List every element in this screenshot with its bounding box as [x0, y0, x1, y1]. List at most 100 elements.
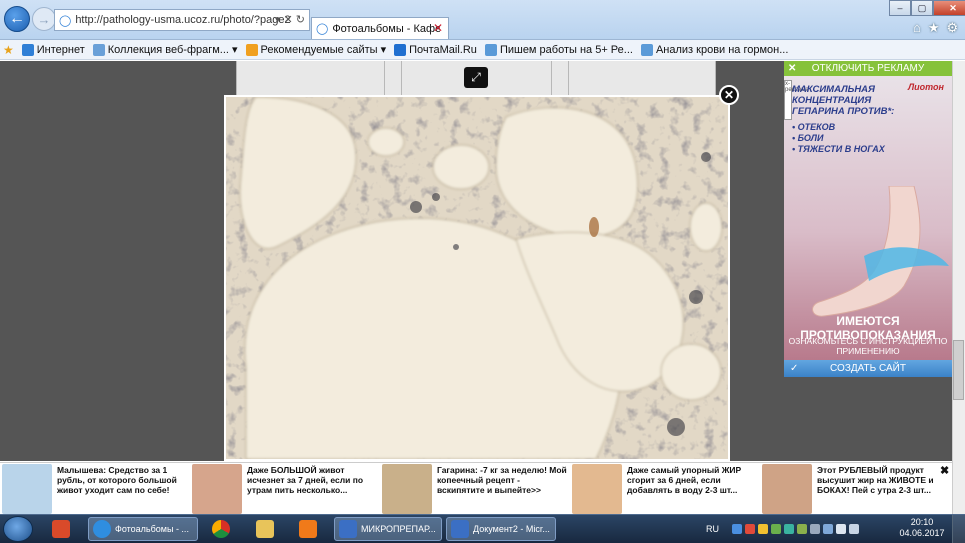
address-tools[interactable]: ▾ ✕ ↻ [275, 13, 305, 26]
photo-viewer [224, 95, 730, 461]
favorites-bar: ★ Интернет Коллекция веб-фрагм... ▾ Реком… [0, 40, 965, 60]
forward-button[interactable]: → [32, 7, 56, 31]
fav-label: Рекомендуемые сайты [260, 43, 378, 56]
close-window-button[interactable]: ✕ [933, 0, 965, 16]
system-tray: RU [706, 517, 859, 541]
start-button[interactable] [3, 516, 33, 542]
ad-banner[interactable]: x-реклама МАКСИМАЛЬНАЯ КОНЦЕНТРАЦИЯ ГЕПА… [784, 76, 952, 360]
address-bar[interactable]: ◯ http://pathology-usma.ucoz.ru/photo/?p… [54, 9, 310, 31]
close-ad-icon[interactable]: ✕ [788, 61, 796, 76]
disable-ads-button[interactable]: ✕ ОТКЛЮЧИТЬ РЕКЛАМУ [784, 61, 952, 76]
tray-power-icon[interactable] [810, 524, 820, 534]
tray-bluetooth-icon[interactable] [732, 524, 742, 534]
taskbar-label: Документ2 - Micr... [473, 524, 550, 534]
create-site-label: СОЗДАТЬ САЙТ [830, 363, 906, 374]
clock-time: 20:10 [910, 517, 934, 527]
ad-brand: Лиотон [908, 82, 944, 92]
fav-item-works[interactable]: Пишем работы на 5+ Ре... [484, 43, 633, 56]
fav-item-collection[interactable]: Коллекция веб-фрагм... ▾ [92, 43, 238, 56]
tab-favicon-icon: ◯ [316, 23, 329, 35]
create-site-button[interactable]: ✓ СОЗДАТЬ САЙТ [784, 360, 952, 377]
news-item[interactable]: Этот РУБЛЕВЫЙ продукт высушит жир на ЖИВ… [762, 463, 952, 515]
news-item[interactable]: Даже БОЛЬШОЙ живот исчезнет за 7 дней, е… [192, 463, 382, 515]
news-thumbnail [2, 464, 52, 514]
site-favicon-icon: ◯ [59, 14, 72, 27]
office-icon [52, 520, 70, 538]
news-item[interactable]: Гагарина: -7 кг за неделю! Мой копеечный… [382, 463, 572, 515]
news-text: Гагарина: -7 кг за неделю! Мой копеечный… [437, 465, 567, 495]
fav-item-mail[interactable]: ПочтаMail.Ru [394, 43, 477, 56]
taskbar-word-2[interactable]: Документ2 - Micr... [446, 517, 556, 541]
news-ad-strip: Малышева: Средство за 1 рубль, от которо… [0, 462, 952, 514]
tray-network-icon[interactable] [823, 524, 833, 534]
fav-label: Пишем работы на 5+ Ре... [499, 43, 633, 56]
fav-2-icon [245, 43, 258, 56]
tray-flag-icon[interactable] [758, 524, 768, 534]
favorites-star-icon[interactable]: ★ [3, 43, 14, 57]
chevron-down-icon: ▾ [380, 44, 387, 56]
fav-1-icon [92, 43, 105, 56]
star-icon[interactable]: ★ [928, 20, 940, 36]
leg-illustration [812, 186, 949, 317]
news-thumbnail [192, 464, 242, 514]
media-player-icon [299, 520, 317, 538]
fav-label: Коллекция веб-фрагм... [107, 43, 229, 56]
forward-arrow-icon: → [37, 11, 51, 27]
maximize-button[interactable]: ▢ [911, 0, 933, 16]
word-icon [451, 520, 469, 538]
taskbar-label: МИКРОПРЕПАР... [361, 524, 436, 534]
ad-headline: МАКСИМАЛЬНАЯ КОНЦЕНТРАЦИЯ ГЕПАРИНА ПРОТИ… [792, 84, 895, 117]
fav-item-analysis[interactable]: Анализ крови на гормон... [640, 43, 788, 56]
chrome-icon [212, 520, 230, 538]
news-thumbnail [572, 464, 622, 514]
tray-volume-icon[interactable] [836, 524, 846, 534]
fav-item-recommended[interactable]: Рекомендуемые сайты ▾ [245, 43, 387, 56]
micrograph-image [226, 97, 728, 459]
back-arrow-icon: ← [9, 10, 25, 27]
gear-icon[interactable]: ⚙ [947, 20, 959, 36]
taskbar-explorer[interactable] [248, 517, 282, 541]
tray-app-icon[interactable] [784, 524, 794, 534]
page-scrollbar[interactable] [952, 61, 965, 514]
fav-item-internet[interactable]: Интернет [21, 43, 85, 56]
fav-4-icon [484, 43, 497, 56]
explorer-icon [256, 520, 274, 538]
url-text[interactable]: http://pathology-usma.ucoz.ru/photo/?pag… [75, 14, 290, 26]
news-text: Малышева: Средство за 1 рубль, от которо… [57, 465, 177, 495]
back-button[interactable]: ← [4, 6, 30, 32]
taskbar-media[interactable] [291, 517, 325, 541]
taskbar-word-1[interactable]: МИКРОПРЕПАР... [334, 517, 442, 541]
language-indicator[interactable]: RU [706, 524, 719, 534]
news-thumbnail [382, 464, 432, 514]
browser-tab[interactable]: ◯ Фотоальбомы - Кафедра ... ✕ [311, 17, 449, 39]
expand-icon[interactable]: ⤢ [464, 67, 488, 88]
chevron-down-icon: ▾ [231, 44, 238, 56]
scrollbar-thumb[interactable] [953, 340, 964, 400]
fav-label: ПочтаMail.Ru [409, 43, 477, 56]
ad-side-tag: x-реклама [784, 80, 809, 120]
disable-ads-label: ОТКЛЮЧИТЬ РЕКЛАМУ [811, 63, 925, 74]
tray-update-icon[interactable] [771, 524, 781, 534]
news-text: Этот РУБЛЕВЫЙ продукт высушит жир на ЖИВ… [817, 465, 934, 495]
news-item[interactable]: Даже самый упорный ЖИР сгорит за 6 дней,… [572, 463, 762, 515]
ad-instructions: ОЗНАКОМЬТЕСЬ С ИНСТРУКЦИЕЙ ПО ПРИМЕНЕНИЮ [788, 336, 948, 356]
minimize-button[interactable]: – [889, 0, 911, 16]
ad-bullet: • ТЯЖЕСТИ В НОГАХ [792, 144, 885, 154]
fav-label: Интернет [36, 43, 85, 56]
tray-app-icon[interactable] [797, 524, 807, 534]
close-news-icon[interactable]: ✖ [940, 464, 952, 477]
close-viewer-icon[interactable]: ✕ [719, 85, 739, 105]
fav-3-icon [394, 43, 407, 56]
taskbar-ie[interactable]: Фотоальбомы - ... [88, 517, 198, 541]
tab-close-icon[interactable]: ✕ [433, 21, 443, 35]
show-desktop-button[interactable] [952, 515, 965, 543]
tray-signal-icon[interactable] [849, 524, 859, 534]
home-icon[interactable]: ⌂ [913, 20, 921, 36]
word-icon [339, 520, 357, 538]
tray-antivirus-icon[interactable] [745, 524, 755, 534]
news-item[interactable]: Малышева: Средство за 1 рубль, от которо… [2, 463, 192, 515]
checkmark-icon: ✓ [790, 363, 799, 374]
clock[interactable]: 20:10 04.06.2017 [896, 517, 948, 539]
taskbar-office[interactable] [44, 517, 78, 541]
taskbar-chrome[interactable] [204, 517, 238, 541]
